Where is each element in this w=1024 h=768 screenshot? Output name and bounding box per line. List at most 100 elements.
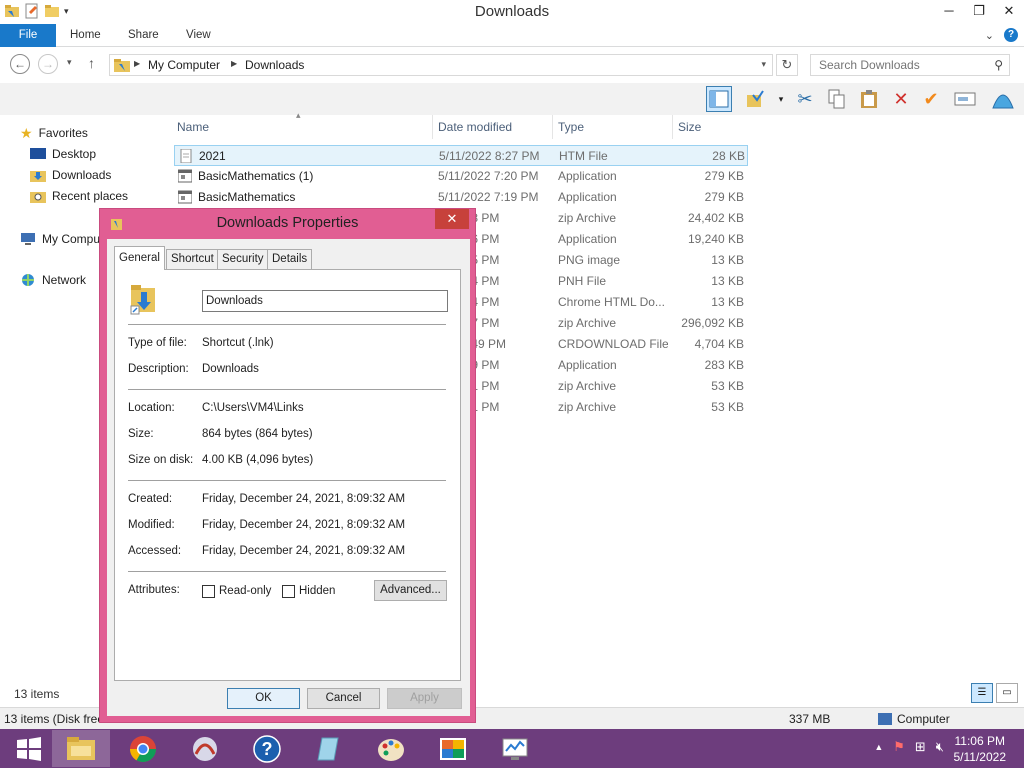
column-header-type[interactable]: Type <box>558 115 584 139</box>
help-icon[interactable]: ? <box>1004 28 1018 42</box>
chevron-right-icon[interactable]: ▶ <box>134 59 140 68</box>
file-size: 13 KB <box>711 295 744 309</box>
read-only-checkbox[interactable] <box>202 585 215 598</box>
column-header-date[interactable]: Date modified <box>438 115 512 139</box>
file-row[interactable]: BasicMathematics 5/11/2022 7:19 PM Appli… <box>174 187 748 208</box>
search-icon[interactable]: ⚲ <box>994 58 1003 72</box>
file-type: Application <box>558 169 617 183</box>
clock[interactable]: 11:06 PM 5/11/2022 <box>954 733 1007 765</box>
tab-shortcut[interactable]: Shortcut <box>166 249 219 269</box>
toolbar: ▾ ✂ ✕ ✔ <box>0 83 1024 115</box>
tab-home[interactable]: Home <box>70 24 101 47</box>
ok-button[interactable]: OK <box>227 688 300 709</box>
hidden-checkbox[interactable] <box>282 585 295 598</box>
refresh-button[interactable]: ↻ <box>776 54 798 76</box>
action-center-flag-icon[interactable]: ⚑ <box>893 739 905 755</box>
taskbar-app-glass[interactable] <box>300 730 358 767</box>
tab-file[interactable]: File <box>0 24 56 47</box>
nav-desktop[interactable]: Desktop <box>30 144 96 164</box>
type-value: Shortcut (.lnk) <box>202 337 274 349</box>
tab-general[interactable]: General <box>114 246 165 270</box>
downloads-folder-icon <box>30 171 46 182</box>
taskbar-monitor[interactable] <box>486 730 544 767</box>
nav-network[interactable]: Network <box>20 270 86 290</box>
hidden-label[interactable]: Hidden <box>299 585 335 597</box>
start-button[interactable] <box>0 730 58 767</box>
chevron-right-icon[interactable]: ▶ <box>231 59 237 68</box>
dialog-title-bar[interactable]: Downloads Properties ✕ <box>100 209 475 239</box>
window-controls: ─ ❐ ✕ <box>934 0 1024 22</box>
nav-recent-places[interactable]: Recent places <box>30 186 128 206</box>
file-date: 5/11/2022 8:27 PM <box>439 149 540 163</box>
network-status-icon[interactable]: ⊞ <box>915 739 926 755</box>
nav-favorites[interactable]: ★ Favorites <box>20 123 88 143</box>
read-only-label[interactable]: Read-only <box>219 585 271 597</box>
up-button[interactable]: ↑ <box>88 55 95 71</box>
tab-share[interactable]: Share <box>128 24 159 47</box>
column-divider[interactable] <box>552 115 553 139</box>
tab-security[interactable]: Security <box>217 249 269 269</box>
preview-pane-button[interactable] <box>706 86 732 112</box>
item-count: 13 items <box>14 687 60 701</box>
nav-recent-label: Recent places <box>52 189 129 203</box>
breadcrumb-my-computer[interactable]: My Computer <box>148 58 220 72</box>
dialog-close-button[interactable]: ✕ <box>435 209 469 229</box>
address-bar[interactable]: ▶ My Computer ▶ Downloads ▾ <box>109 54 773 76</box>
file-row[interactable]: 2021 5/11/2022 8:27 PM HTM File 28 KB <box>174 145 748 166</box>
breadcrumb-downloads[interactable]: Downloads <box>245 58 304 72</box>
file-size: 28 KB <box>712 149 745 163</box>
copy-button[interactable] <box>824 86 850 112</box>
column-divider[interactable] <box>672 115 673 139</box>
taskbar-app-network[interactable] <box>176 730 234 767</box>
windows-logo-icon <box>17 737 41 761</box>
taskbar-explorer[interactable] <box>52 730 110 767</box>
apply-button[interactable]: Apply <box>387 688 462 709</box>
close-button[interactable]: ✕ <box>994 0 1024 22</box>
nav-downloads-label: Downloads <box>52 168 112 182</box>
file-size: 13 KB <box>711 253 744 267</box>
chevron-down-icon[interactable]: ▾ <box>761 59 766 70</box>
volume-muted-icon[interactable]: 🔇︎ <box>936 739 944 755</box>
column-header-name[interactable]: Name <box>177 115 209 139</box>
status-computer: Computer <box>897 712 950 726</box>
dialog-body: General Shortcut Security Details Downlo… <box>107 239 470 716</box>
cancel-button[interactable]: Cancel <box>307 688 380 709</box>
minimize-button[interactable]: ─ <box>934 0 964 22</box>
file-type: zip Archive <box>558 211 617 225</box>
taskbar-help[interactable]: ? <box>238 730 296 767</box>
paste-button[interactable] <box>856 86 882 112</box>
column-header-size[interactable]: Size <box>678 115 701 139</box>
tab-details[interactable]: Details <box>267 249 313 269</box>
restore-button[interactable]: ❐ <box>964 0 994 22</box>
size-value: 864 bytes (864 bytes) <box>202 428 313 440</box>
taskbar-paint[interactable] <box>362 730 420 767</box>
rename-button[interactable] <box>952 86 978 112</box>
nav-favorites-label: Favorites <box>38 126 88 140</box>
search-input[interactable] <box>811 55 981 75</box>
advanced-button[interactable]: Advanced... <box>374 580 447 601</box>
status-items-disk: 13 items (Disk free <box>4 712 105 726</box>
name-field[interactable]: Downloads <box>202 290 448 312</box>
file-type: Application <box>558 190 617 204</box>
cut-icon[interactable]: ✂ <box>792 86 818 112</box>
chevron-down-icon[interactable]: ▾ <box>768 86 794 112</box>
taskbar-office[interactable] <box>424 730 482 767</box>
tab-view[interactable]: View <box>186 24 211 47</box>
expand-ribbon-icon[interactable]: ⌄ <box>985 29 994 42</box>
back-button[interactable]: ← <box>10 54 30 74</box>
location-value: C:\Users\VM4\Links <box>202 402 304 414</box>
details-view-icon[interactable]: ☰ <box>971 683 993 703</box>
recent-locations-icon[interactable]: ▾ <box>67 57 72 68</box>
file-row[interactable]: BasicMathematics (1) 5/11/2022 7:20 PM A… <box>174 166 748 187</box>
large-icons-view-icon[interactable]: ▭ <box>996 683 1018 703</box>
forward-button[interactable]: → <box>38 54 58 74</box>
taskbar-chrome[interactable] <box>114 730 172 767</box>
delete-icon[interactable]: ✕ <box>888 86 914 112</box>
checkmark-icon[interactable]: ✔ <box>918 86 944 112</box>
network-button[interactable] <box>990 86 1016 112</box>
layout-icon <box>709 90 729 108</box>
column-divider[interactable] <box>432 115 433 139</box>
show-hidden-icons-icon[interactable]: ▲ <box>874 742 883 752</box>
folder-options-button[interactable] <box>742 86 768 112</box>
nav-downloads[interactable]: Downloads <box>30 165 111 185</box>
